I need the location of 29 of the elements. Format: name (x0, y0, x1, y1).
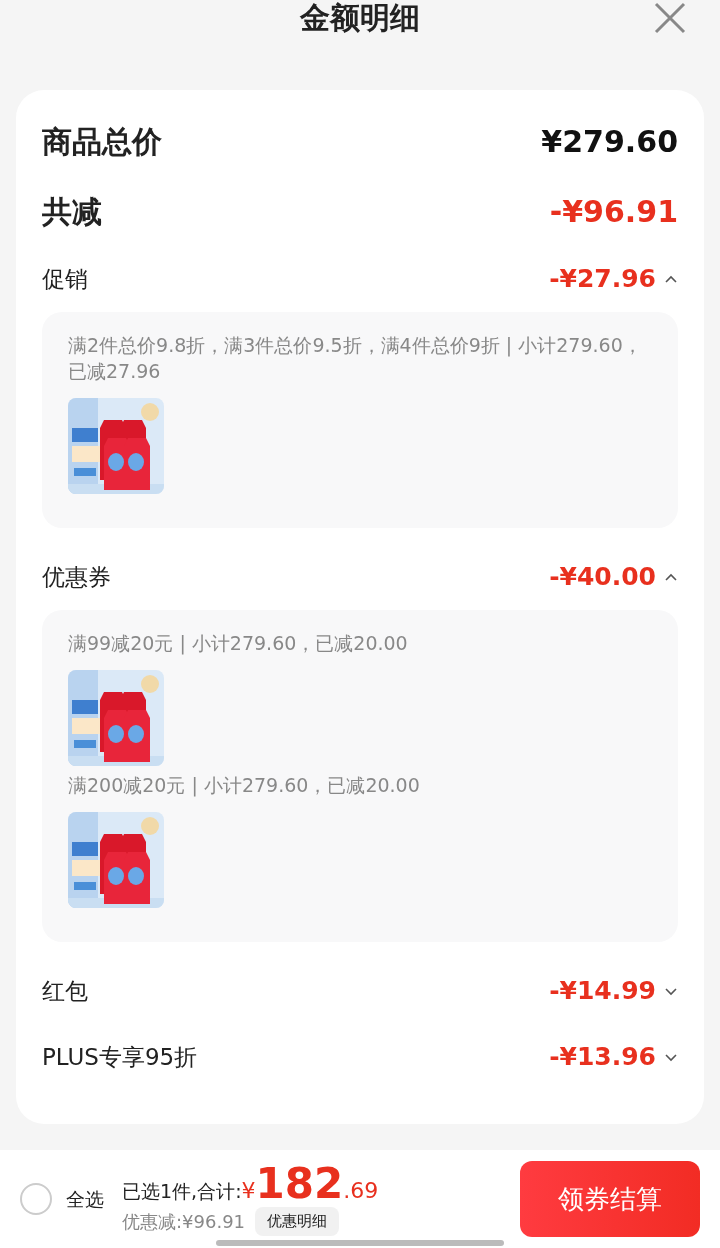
total-label: 已选1件,合计: (122, 1179, 242, 1205)
section-label: PLUS专享95折 (42, 1042, 198, 1072)
summary-label: 共减 (42, 192, 102, 231)
close-button[interactable] (654, 2, 686, 34)
rule-text: 满2件总价9.8折，满3件总价9.5折，满4件总价9折 | 小计279.60，已减27.96 (68, 333, 643, 384)
close-icon (654, 2, 686, 34)
chevron-down-icon[interactable] (664, 1052, 678, 1062)
total-price: ¥182.69 (241, 1162, 379, 1208)
section-amount: -¥13.96 (549, 1041, 656, 1074)
rule-text: 满200减20元 | 小计279.60，已减20.00 (68, 773, 421, 798)
summary-amount: ¥279.60 (541, 122, 678, 161)
section-label: 优惠券 (42, 562, 111, 592)
summary-amount: -¥96.91 (549, 192, 678, 231)
summary-label: 商品总价 (42, 122, 162, 161)
section-label: 促销 (42, 264, 88, 294)
section-amount: -¥27.96 (549, 263, 656, 296)
chevron-up-icon[interactable] (664, 274, 678, 284)
section-amount: -¥14.99 (549, 975, 656, 1008)
rule-text: 满99减20元 | 小计279.60，已减20.00 (68, 631, 409, 656)
select-all-label[interactable]: 全选 (66, 1184, 104, 1214)
section-amount: -¥40.00 (549, 561, 656, 594)
chevron-down-icon[interactable] (664, 986, 678, 996)
checkout-button[interactable]: 领券结算 (520, 1161, 700, 1237)
saving-text: 优惠减:¥96.91 (122, 1210, 246, 1234)
sheet-title: 金额明细 (300, 0, 420, 35)
select-all-radio[interactable] (20, 1183, 52, 1215)
discount-detail-button[interactable]: 优惠明细 (255, 1207, 340, 1236)
chevron-up-icon[interactable] (664, 572, 678, 582)
section-label: 红包 (42, 976, 88, 1006)
